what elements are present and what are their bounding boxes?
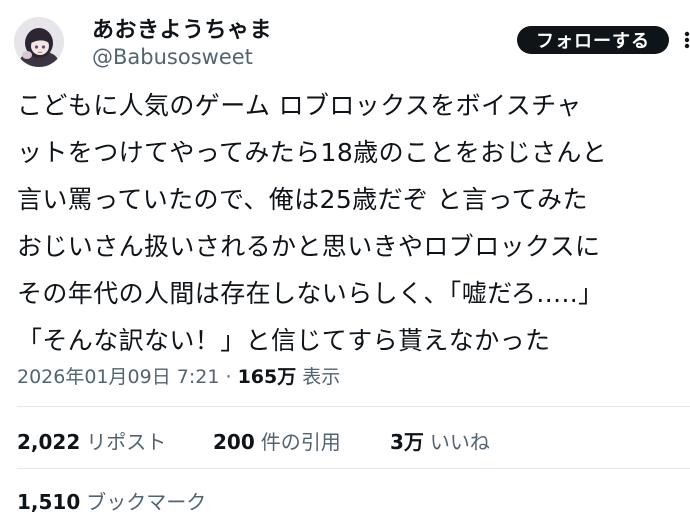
- user-handle[interactable]: @Babusosweet: [92, 45, 253, 69]
- quotes-stat[interactable]: 200 件の引用: [213, 426, 341, 455]
- likes-stat[interactable]: 3万 いいね: [390, 426, 490, 455]
- tweet-text-line: その年代の人間は存在しないらしく、「嘘だろ.....」: [17, 279, 604, 308]
- bookmarks-count: 1,510: [17, 490, 81, 514]
- quotes-count: 200: [213, 430, 255, 454]
- tweet-meta: 2026年01月09日 7:21 · 165万 表示: [17, 362, 340, 389]
- tweet-text-line: こどもに人気のゲーム ロブロックスをボイスチャ: [17, 91, 582, 120]
- reposts-count: 2,022: [17, 430, 81, 454]
- tweet-text-line: おじいさん扱いされるかと思いきやロブロックスに: [17, 232, 601, 261]
- display-name[interactable]: あおきようちゃま: [92, 12, 272, 44]
- follow-button[interactable]: フォローする: [517, 26, 669, 54]
- likes-label: いいね: [429, 430, 490, 454]
- tweet-text-line: ットをつけてやってみたら18歳のことをおじさんと: [17, 138, 608, 167]
- meta-separator: ·: [225, 366, 232, 388]
- reposts-label: リポスト: [86, 430, 167, 454]
- tweet-text: こどもに人気のゲーム ロブロックスをボイスチャ ットをつけてやってみたら18歳の…: [17, 82, 685, 364]
- tweet-text-line: 言い罵っていたので、俺は25歳だぞ と言ってみた: [17, 185, 588, 214]
- more-vertical-icon[interactable]: [682, 26, 690, 54]
- views-label: 表示: [302, 366, 341, 388]
- likes-count: 3万: [390, 430, 424, 454]
- divider: [17, 468, 690, 469]
- tweet-text-line: 「そんな訳ない！」と信じてすら貰えなかった: [17, 326, 551, 355]
- bookmarks-stat[interactable]: 1,510 ブックマーク: [17, 486, 206, 515]
- tweet-header: あおきようちゃま @Babusosweet フォローする: [0, 0, 690, 80]
- quotes-label: 件の引用: [260, 430, 341, 454]
- timestamp-link[interactable]: 2026年01月09日 7:21: [17, 366, 219, 388]
- avatar-illustration: [14, 17, 64, 67]
- avatar[interactable]: [14, 17, 64, 67]
- reposts-stat[interactable]: 2,022 リポスト: [17, 426, 166, 455]
- divider: [17, 406, 690, 407]
- views-count: 165万: [237, 366, 297, 388]
- bookmarks-label: ブックマーク: [86, 490, 207, 514]
